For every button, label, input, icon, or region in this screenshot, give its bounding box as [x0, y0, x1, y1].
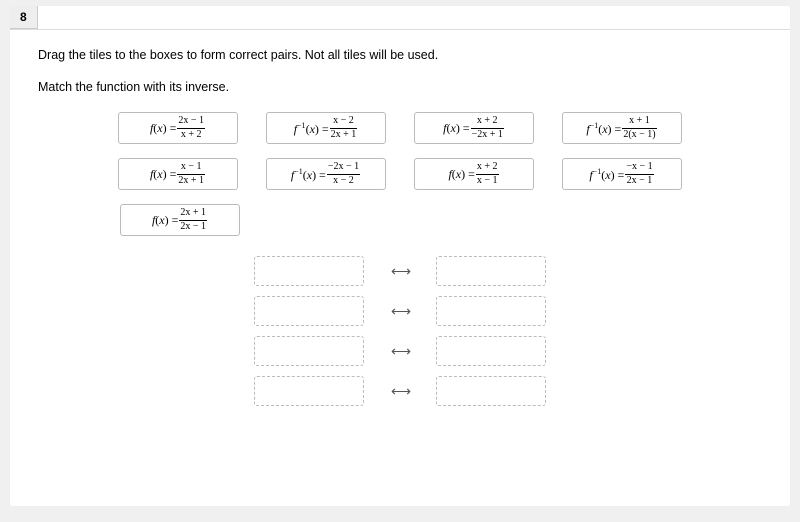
match-row-2: ⟷ — [254, 296, 546, 326]
question-number: 8 — [10, 6, 38, 29]
tile-f-2x-1-over-x+2[interactable]: f(x) = 2x − 1x + 2 — [118, 112, 238, 144]
match-row-4: ⟷ — [254, 376, 546, 406]
drop-right-3[interactable] — [436, 336, 546, 366]
tile-f-2x+1-over-2x-1[interactable]: f(x) = 2x + 12x − 1 — [120, 204, 240, 236]
tile-finv-x+1-over-2(x-1)[interactable]: f−1(x) = x + 12(x − 1) — [562, 112, 682, 144]
match-row-1: ⟷ — [254, 256, 546, 286]
double-arrow-icon: ⟷ — [378, 263, 422, 280]
drop-left-2[interactable] — [254, 296, 364, 326]
tile-row-1: f(x) = 2x − 1x + 2 f−1(x) = x − 22x + 1 … — [38, 112, 762, 144]
tile-finv-negx-1-over-2x-1[interactable]: f−1(x) = −x − 12x − 1 — [562, 158, 682, 190]
match-area: ⟷ ⟷ ⟷ ⟷ — [38, 256, 762, 406]
tile-finv-x-2-over-2x+1[interactable]: f−1(x) = x − 22x + 1 — [266, 112, 386, 144]
drop-left-1[interactable] — [254, 256, 364, 286]
drop-left-4[interactable] — [254, 376, 364, 406]
drop-right-4[interactable] — [436, 376, 546, 406]
question-header: 8 — [10, 6, 790, 30]
drop-left-3[interactable] — [254, 336, 364, 366]
tile-row-3: f(x) = 2x + 12x − 1 — [38, 204, 762, 236]
tiles-area: f(x) = 2x − 1x + 2 f−1(x) = x − 22x + 1 … — [38, 112, 762, 236]
tile-row-2: f(x) = x − 12x + 1 f−1(x) = −2x − 1x − 2… — [38, 158, 762, 190]
instruction-line-2: Match the function with its inverse. — [38, 80, 762, 94]
tile-f-x-1-over-2x+1[interactable]: f(x) = x − 12x + 1 — [118, 158, 238, 190]
tile-f-x+2-over-x-1[interactable]: f(x) = x + 2x − 1 — [414, 158, 534, 190]
question-card: 8 Drag the tiles to the boxes to form co… — [10, 6, 790, 506]
double-arrow-icon: ⟷ — [378, 383, 422, 400]
double-arrow-icon: ⟷ — [378, 343, 422, 360]
instruction-line-1: Drag the tiles to the boxes to form corr… — [38, 48, 762, 62]
question-content: Drag the tiles to the boxes to form corr… — [10, 30, 790, 406]
drop-right-2[interactable] — [436, 296, 546, 326]
double-arrow-icon: ⟷ — [378, 303, 422, 320]
tile-f-x+2-over-neg2x+1[interactable]: f(x) = x + 2−2x + 1 — [414, 112, 534, 144]
drop-right-1[interactable] — [436, 256, 546, 286]
tile-finv-neg2x-1-over-x-2[interactable]: f−1(x) = −2x − 1x − 2 — [266, 158, 386, 190]
match-row-3: ⟷ — [254, 336, 546, 366]
